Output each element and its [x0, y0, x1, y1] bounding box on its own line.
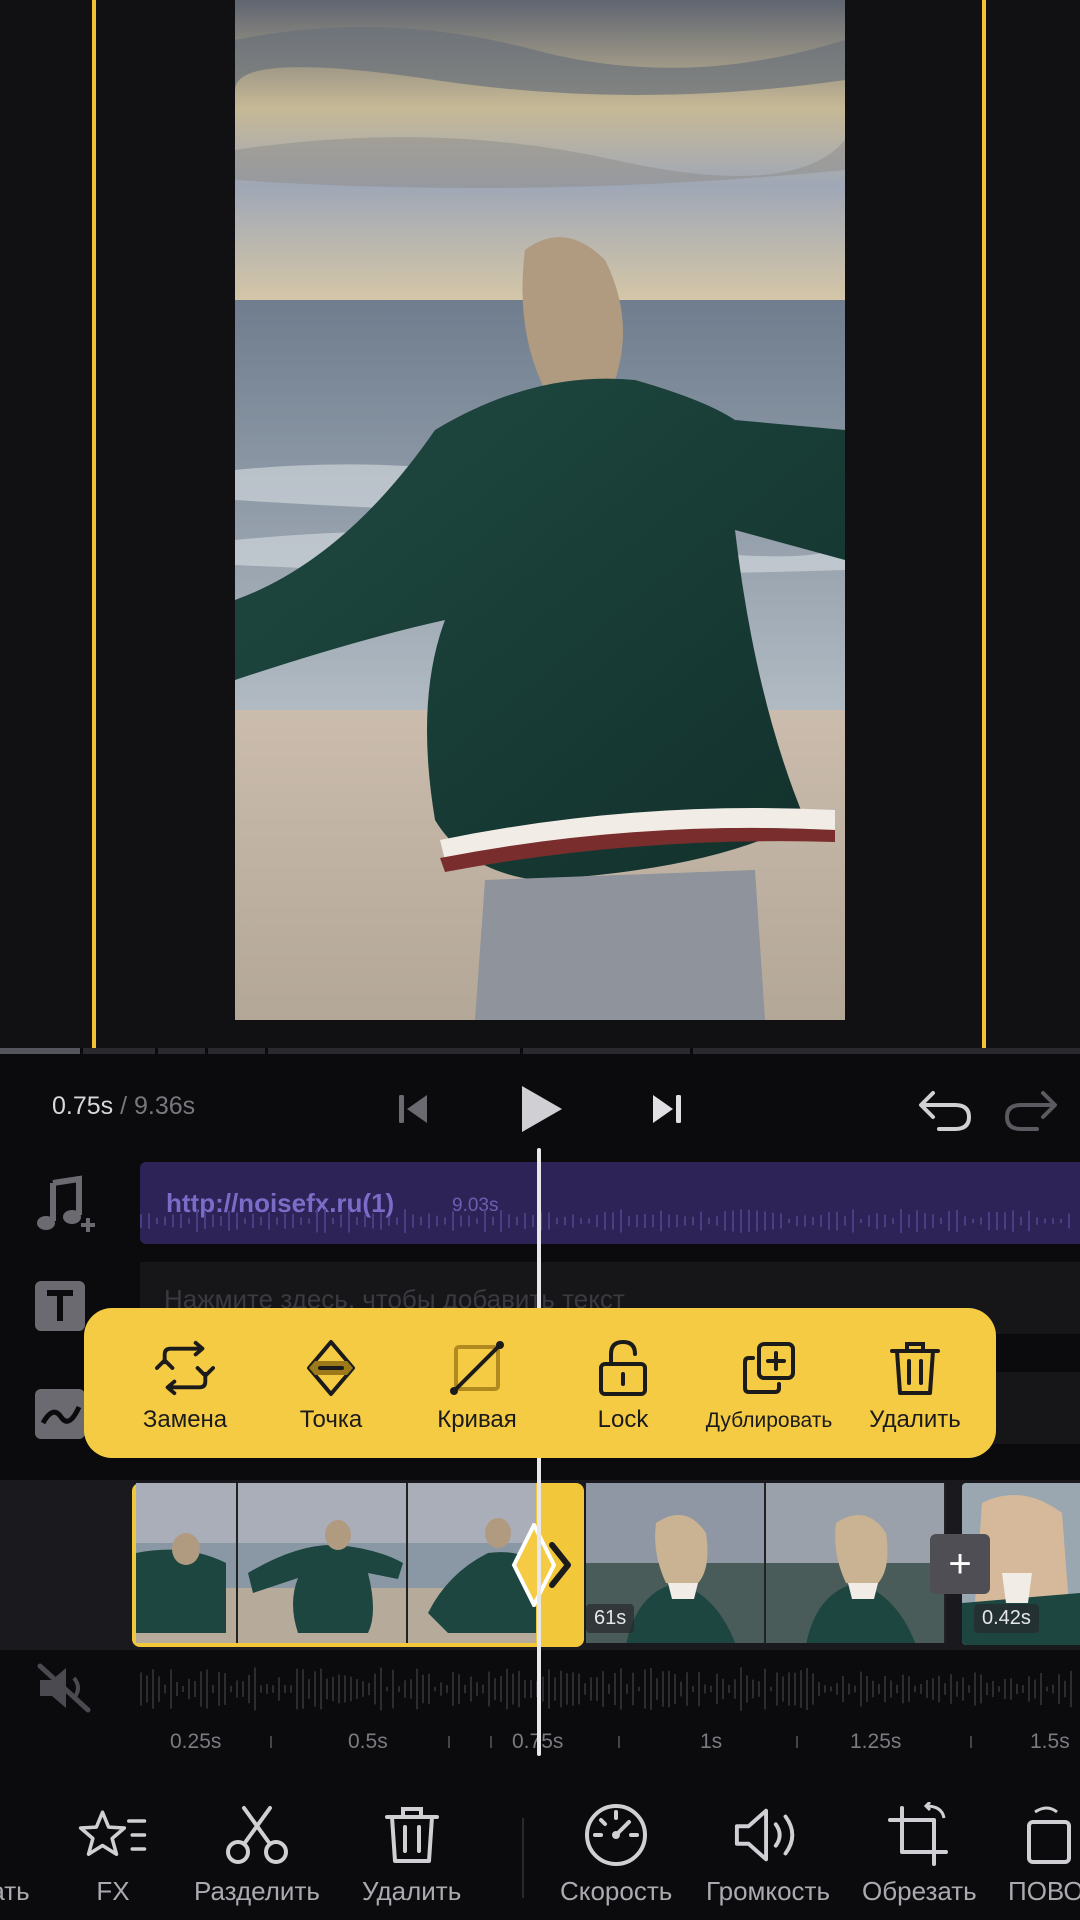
delete-clip-button[interactable]: Удалить: [842, 1308, 988, 1458]
ruler-label: 1.5s: [1030, 1730, 1070, 1753]
rotate-label: ПОВО: [1008, 1876, 1080, 1906]
lock-label: Lock: [597, 1406, 649, 1433]
canvas-guide-right: [982, 0, 986, 1048]
lock-button[interactable]: Lock: [550, 1308, 696, 1458]
toolbar-item-cutoff[interactable]: ать: [0, 1802, 30, 1920]
clip-thumbnail: [238, 1483, 408, 1643]
fx-label: FX: [96, 1876, 130, 1906]
mute-button[interactable]: [26, 1650, 102, 1726]
video-frame-image: [235, 0, 845, 1020]
rotate-button[interactable]: ПОВО: [1008, 1802, 1080, 1920]
volume-label: Громкость: [706, 1876, 830, 1906]
skip-forward-icon: [653, 1095, 681, 1123]
ruler-tick: [970, 1736, 972, 1748]
clip-thumbnail: [136, 1483, 238, 1643]
duplicate-label: Дублировать: [705, 1409, 833, 1432]
redo-button[interactable]: [996, 1074, 1066, 1144]
skip-back-button[interactable]: [378, 1074, 448, 1144]
curve-label: Кривая: [437, 1406, 517, 1433]
time-readout: 0.75s / 9.36s: [52, 1092, 195, 1121]
keyframe-button[interactable]: Точка: [258, 1308, 404, 1458]
clip-thumbnail: [766, 1483, 946, 1643]
fx-button[interactable]: FX: [78, 1802, 148, 1920]
ruler-tick: [796, 1736, 798, 1748]
mute-icon: [37, 1663, 91, 1713]
replace-label: Замена: [142, 1406, 228, 1433]
music-track-clip[interactable]: http://noisefx.ru(1) 9.03s: [140, 1162, 1080, 1244]
crop-label: Обрезать: [862, 1876, 977, 1906]
video-frame[interactable]: [235, 0, 845, 1020]
ruler-tick: [270, 1736, 272, 1748]
ruler-label: 0.25s: [170, 1730, 222, 1753]
speed-label: Скорость: [560, 1876, 673, 1906]
play-icon: [522, 1086, 562, 1132]
ruler-label: 1.25s: [850, 1730, 902, 1753]
transport-bar: 0.75s / 9.36s: [0, 1054, 1080, 1160]
undo-icon: [919, 1091, 972, 1131]
video-clip-2[interactable]: 61s: [586, 1483, 956, 1645]
replace-button[interactable]: Замена: [112, 1308, 258, 1458]
rotate-icon: [1026, 1806, 1071, 1864]
ruler-tick: [490, 1736, 492, 1748]
time-separator: /: [113, 1092, 135, 1120]
clip-duration-badge: 61s: [586, 1604, 635, 1633]
duplicate-icon: [743, 1342, 795, 1394]
selected-clip-frames: [136, 1483, 536, 1643]
bottom-toolbar: ать FX Разделить: [0, 1782, 1080, 1920]
replace-icon: [155, 1340, 215, 1396]
trash-icon: [384, 1807, 439, 1863]
toolbar-item-cutoff-label: ать: [0, 1876, 30, 1906]
ruler-tick: [448, 1736, 450, 1748]
scissors-icon: [225, 1806, 288, 1864]
curve-icon: [450, 1341, 504, 1395]
curve-button[interactable]: Кривая: [404, 1308, 550, 1458]
ruler-label: 1s: [700, 1730, 723, 1753]
split-button[interactable]: Разделить: [194, 1802, 320, 1920]
trash-icon: [890, 1342, 940, 1395]
duplicate-button[interactable]: Дублировать: [696, 1308, 842, 1458]
play-button[interactable]: [505, 1074, 575, 1144]
delete-button[interactable]: Удалить: [362, 1802, 461, 1920]
total-time: 9.36s: [134, 1092, 196, 1120]
current-time: 0.75s: [52, 1092, 114, 1120]
volume-icon: [734, 1808, 795, 1862]
fx-star-icon: [78, 1810, 147, 1856]
skip-back-icon: [399, 1095, 427, 1123]
redo-icon: [1004, 1091, 1057, 1131]
crop-icon: [888, 1802, 949, 1866]
speed-button[interactable]: Скорость: [560, 1802, 672, 1920]
clip-duration-badge: 0.42s: [974, 1604, 1039, 1633]
crop-button[interactable]: Обрезать: [862, 1802, 977, 1920]
skip-forward-button[interactable]: [632, 1074, 702, 1144]
trim-handle-icon[interactable]: [508, 1523, 580, 1607]
clip-audio-waveform: [140, 1667, 1072, 1711]
ruler-tick: [618, 1736, 620, 1748]
video-preview[interactable]: [0, 0, 1080, 1054]
ruler-label: 0.5s: [348, 1730, 388, 1753]
toolbar-divider: [522, 1818, 524, 1898]
keyframe-label: Точка: [299, 1406, 363, 1433]
undo-button[interactable]: [910, 1074, 980, 1144]
add-transition-button[interactable]: +: [930, 1534, 990, 1594]
canvas-guide-left: [92, 0, 96, 1048]
add-music-button[interactable]: [26, 1170, 102, 1246]
keyframe-icon: [307, 1340, 355, 1396]
clip-context-toolbar: Замена Точка Кривая Lock Дублировать Уда…: [84, 1308, 996, 1458]
speedometer-icon: [585, 1804, 648, 1866]
volume-button[interactable]: Громкость: [706, 1802, 830, 1920]
split-label: Разделить: [194, 1876, 320, 1906]
music-waveform: [140, 1209, 1070, 1233]
delete-clip-label: Удалить: [869, 1406, 961, 1433]
music-add-icon: [37, 1175, 95, 1232]
delete-label: Удалить: [362, 1876, 462, 1906]
lock-icon: [599, 1339, 647, 1396]
selected-clip[interactable]: [132, 1483, 584, 1647]
